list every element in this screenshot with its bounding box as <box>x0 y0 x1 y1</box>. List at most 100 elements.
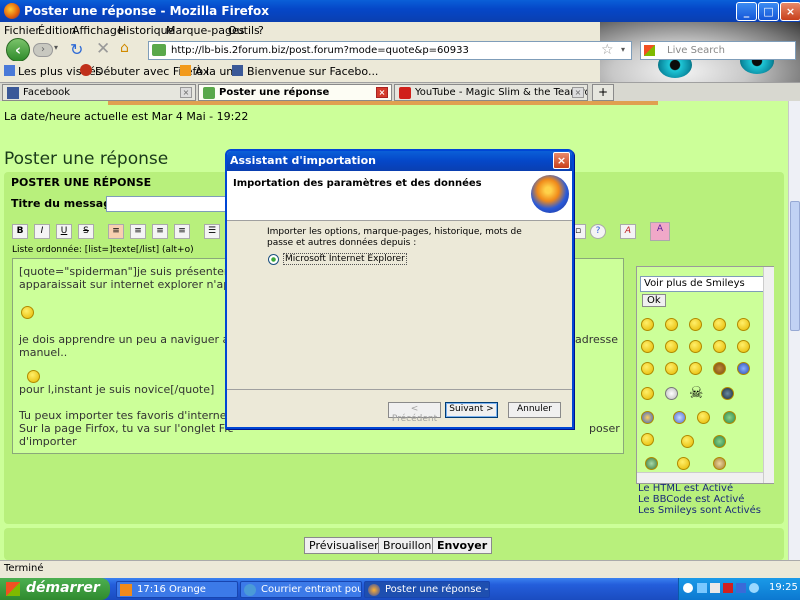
align-center-icon[interactable]: ≡ <box>130 224 146 239</box>
close-button[interactable]: × <box>780 2 800 21</box>
menu-help[interactable]: ? <box>258 24 264 37</box>
menu-affichage[interactable]: Affichage <box>72 24 124 37</box>
window-titlebar[interactable]: Poster une réponse - Mozilla Firefox _ □… <box>0 0 800 22</box>
tab-facebook[interactable]: Facebook × <box>2 84 196 101</box>
smiley-icon[interactable] <box>723 411 736 424</box>
menu-outils[interactable]: Outils <box>228 24 260 37</box>
ie-option-label[interactable]: Microsoft Internet Explorer <box>283 253 407 265</box>
smiley-icon[interactable] <box>641 387 654 400</box>
ie-radio[interactable] <box>268 254 279 265</box>
bold-button[interactable]: B <box>12 224 28 239</box>
page-scrollbar[interactable] <box>788 101 800 560</box>
minimize-button[interactable]: _ <box>736 2 757 21</box>
tab-close-icon[interactable]: × <box>572 87 584 98</box>
task-orange[interactable]: 17:16 Orange <box>116 581 238 598</box>
draft-button[interactable]: Brouillon <box>378 537 437 554</box>
italic-button[interactable]: I <box>34 224 50 239</box>
task-firefox[interactable]: Poster une réponse - ... <box>364 581 490 598</box>
smiley-icon[interactable] <box>737 318 750 331</box>
smiley-icon[interactable] <box>697 411 710 424</box>
smiley-icon[interactable] <box>641 362 654 375</box>
smiley-icon[interactable] <box>641 318 654 331</box>
menu-edition[interactable]: Édition <box>38 24 76 37</box>
forward-icon[interactable]: › <box>33 43 53 57</box>
skull-smiley-icon[interactable]: ☠ <box>689 383 703 402</box>
smiley-icon[interactable] <box>673 411 686 424</box>
scrollbar-thumb[interactable] <box>790 201 800 331</box>
smiley-icon[interactable] <box>641 411 654 424</box>
tab-close-icon[interactable]: × <box>180 87 192 98</box>
list-icon[interactable]: ☰ <box>204 224 220 239</box>
security-icon[interactable] <box>723 583 733 593</box>
smiley-icon[interactable] <box>713 340 726 353</box>
history-dropdown-icon[interactable]: ▾ <box>54 43 58 52</box>
task-mail[interactable]: Courrier entrant pour... <box>240 581 362 598</box>
tab-youtube[interactable]: YouTube - Magic Slim & the Teardrops - .… <box>394 84 588 101</box>
dancing-smiley-icon[interactable] <box>681 435 694 448</box>
tray-app-icon[interactable] <box>736 583 746 593</box>
tab-close-icon[interactable]: × <box>376 87 388 98</box>
smileys-status: Les Smileys sont Activés <box>638 505 761 516</box>
strike-button[interactable]: S <box>78 224 94 239</box>
clock[interactable]: 19:25 <box>769 582 798 593</box>
smiley-icon[interactable] <box>713 435 726 448</box>
url-dropdown-icon[interactable]: ▾ <box>621 45 625 54</box>
preview-button[interactable]: Prévisualiser <box>304 537 384 554</box>
dialog-close-button[interactable]: × <box>553 152 570 169</box>
smiley-icon[interactable] <box>645 457 658 470</box>
underline-button[interactable]: U <box>56 224 72 239</box>
next-button[interactable]: Suivant > <box>445 402 498 418</box>
send-button[interactable]: Envoyer <box>432 537 493 554</box>
cancel-button[interactable]: Annuler <box>508 402 561 418</box>
smiley-scrollbar[interactable] <box>763 267 774 483</box>
smiley-panel: Voir plus de Smileys ▾ Ok ☠ <box>636 266 774 484</box>
back-button[interactable]: < Précédent <box>388 402 441 424</box>
smiley-icon[interactable] <box>677 457 690 470</box>
smiley-icon[interactable] <box>721 387 734 400</box>
smiley-icon[interactable] <box>737 362 750 375</box>
mail-icon <box>244 584 256 596</box>
tab-poster-reponse[interactable]: Poster une réponse × <box>198 84 392 101</box>
bookmark-getting-started[interactable]: Débuter avec Firefox <box>95 65 209 78</box>
smiley-icon[interactable] <box>665 387 678 400</box>
smiley-icon[interactable] <box>689 362 702 375</box>
volume-icon[interactable] <box>710 583 720 593</box>
align-left-icon[interactable]: ≡ <box>108 224 124 239</box>
message-line: Tu peux importer tes favoris d'internet … <box>19 409 242 422</box>
home-icon[interactable]: ⌂ <box>120 40 129 56</box>
align-right-icon[interactable]: ≡ <box>152 224 168 239</box>
new-tab-button[interactable]: + <box>592 84 614 101</box>
stop-icon[interactable]: ✕ <box>96 39 110 59</box>
bookmark-facebook[interactable]: Bienvenue sur Facebo... <box>247 65 378 78</box>
smiley-icon[interactable] <box>641 433 654 446</box>
network-icon[interactable] <box>697 583 707 593</box>
tray-chevron-icon[interactable] <box>683 583 693 593</box>
font-color-icon[interactable]: A <box>620 224 636 239</box>
smiley-icon[interactable] <box>713 318 726 331</box>
bookmark-star-icon[interactable]: ☆ <box>601 42 614 58</box>
smiley-icon[interactable] <box>737 340 750 353</box>
url-bar[interactable]: http://lb-bis.2forum.biz/post.forum?mode… <box>148 41 632 60</box>
smiley-icon[interactable] <box>665 362 678 375</box>
back-icon[interactable]: ‹ <box>6 38 30 62</box>
smiley-icon[interactable] <box>689 318 702 331</box>
menu-fichier[interactable]: Fichier <box>4 24 40 37</box>
smiley-icon[interactable] <box>665 318 678 331</box>
font-style-icon[interactable]: A <box>650 222 670 241</box>
smiley-select[interactable]: Voir plus de Smileys <box>640 276 764 292</box>
smiley-icon[interactable] <box>713 362 726 375</box>
tray-app-icon[interactable] <box>749 583 759 593</box>
justify-icon[interactable]: ≡ <box>174 224 190 239</box>
smiley-icon[interactable] <box>641 340 654 353</box>
title-input[interactable] <box>106 196 226 212</box>
reload-icon[interactable]: ↻ <box>70 40 83 59</box>
maximize-button[interactable]: □ <box>758 2 779 21</box>
start-button[interactable]: démarrer <box>0 578 110 600</box>
ok-button[interactable]: Ok <box>642 294 666 307</box>
smiley-icon[interactable] <box>689 340 702 353</box>
smiley-icon[interactable] <box>713 457 726 470</box>
smiley-icon[interactable] <box>665 340 678 353</box>
search-box[interactable]: Live Search <box>640 41 796 60</box>
help-icon[interactable]: ? <box>590 224 606 239</box>
smiley-hscrollbar[interactable] <box>637 472 763 483</box>
